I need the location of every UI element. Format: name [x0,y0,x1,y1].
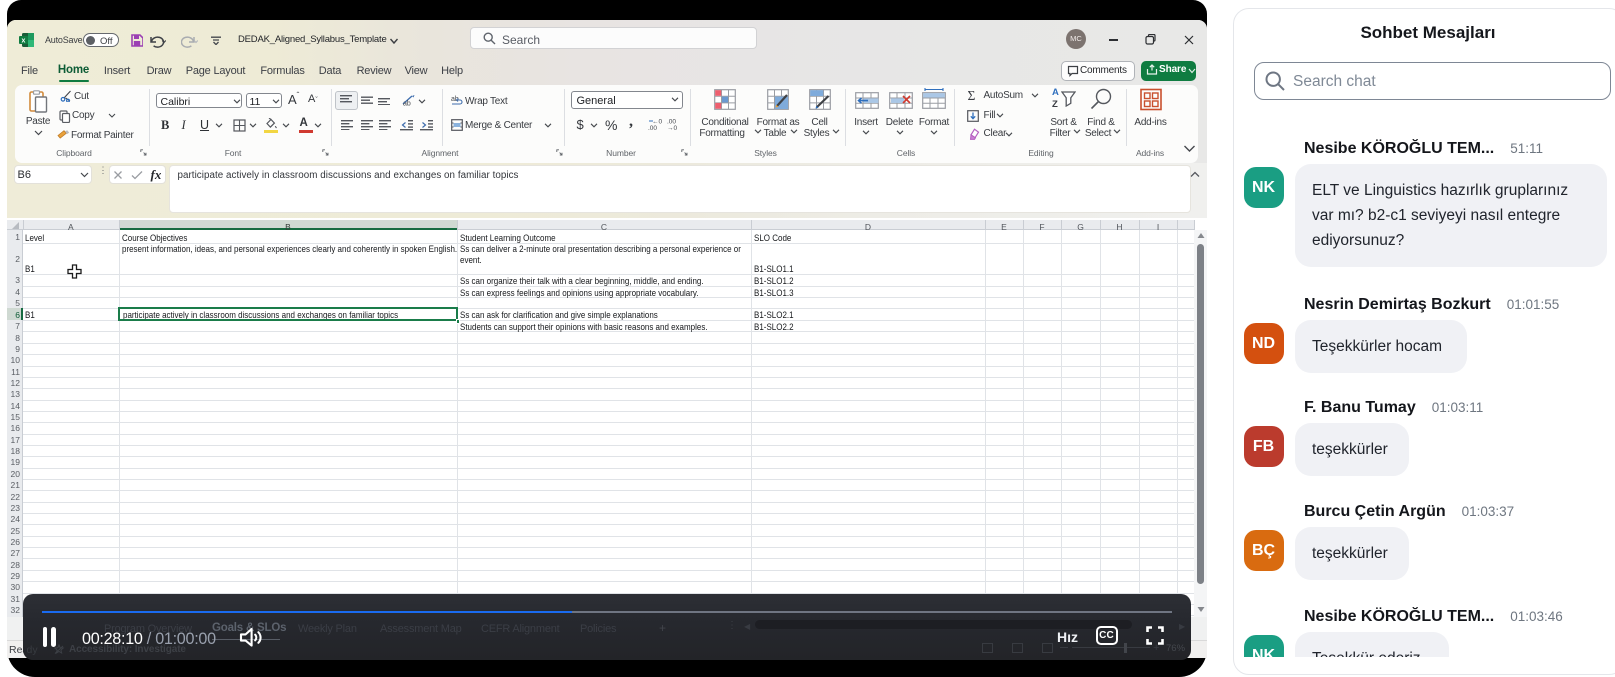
svg-text:.00: .00 [648,125,657,131]
svg-text:ab: ab [451,96,459,103]
svg-text:x: x [22,38,26,45]
svg-text:ab: ab [403,101,411,107]
svg-text:→0: →0 [667,125,678,131]
